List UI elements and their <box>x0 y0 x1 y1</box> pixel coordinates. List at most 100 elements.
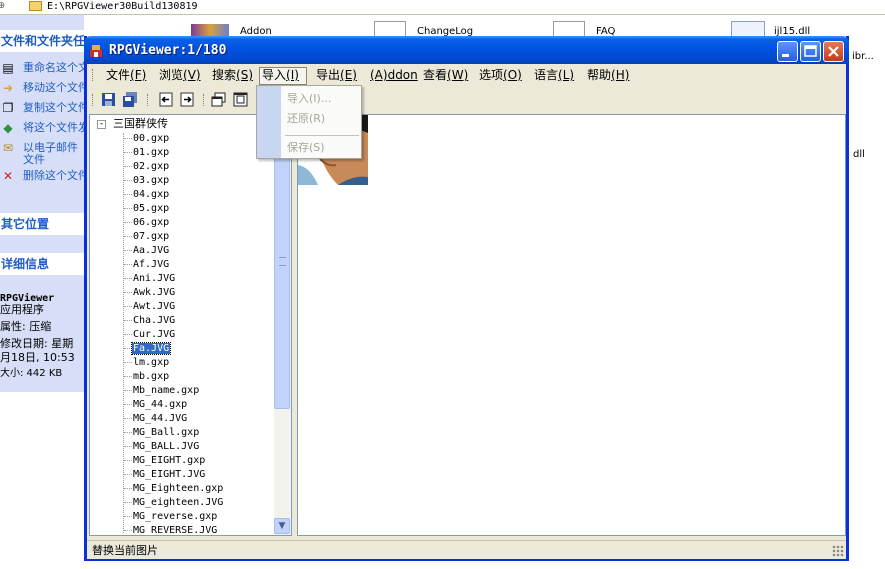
tree-item[interactable]: 03.gxp <box>124 174 170 188</box>
tree-item[interactable]: Mb_name.gxp <box>124 384 200 398</box>
task-publish[interactable]: ◆将这个文件发布 <box>0 121 84 137</box>
back-icon[interactable]: ‹⊕ <box>0 0 12 13</box>
tree-item-label[interactable]: lm.gxp <box>132 357 170 368</box>
menu-search[interactable]: 搜索(S) <box>210 67 255 85</box>
image-viewer[interactable] <box>297 114 846 536</box>
tree-item-label[interactable]: Mb_name.gxp <box>132 385 200 396</box>
menu-help[interactable]: 帮助(H) <box>585 67 631 85</box>
address-bar[interactable]: ‹⊕ E:\RPGViewer30Build130819 <box>0 0 885 15</box>
task-move[interactable]: ➜ 移动这个文件 <box>0 81 84 97</box>
save-icon[interactable] <box>101 92 116 107</box>
tree-item[interactable]: MG_44.JVG <box>124 412 188 426</box>
tree-item[interactable]: 07.gxp <box>124 230 170 244</box>
toolbar-grip[interactable] <box>92 94 95 106</box>
tree-item[interactable]: lm.gxp <box>124 356 170 370</box>
menu-options[interactable]: 选项(O) <box>477 67 524 85</box>
tree-item[interactable]: 06.gxp <box>124 216 170 230</box>
file-dll[interactable]: dll <box>853 149 865 160</box>
tree-item[interactable]: 01.gxp <box>124 146 170 160</box>
tree-item-label[interactable]: MG_BALL.JVG <box>132 441 200 452</box>
tree-item[interactable]: Ani.JVG <box>124 272 176 286</box>
tree-item-label[interactable]: MG_Ball.gxp <box>132 427 200 438</box>
file-libr[interactable]: ibr... <box>852 51 874 62</box>
tree-item[interactable]: Fa.JVG <box>124 342 172 356</box>
tree-item[interactable]: MG_REVERSE.JVG <box>124 524 218 535</box>
tree-item-label[interactable]: Fa.JVG <box>130 342 172 355</box>
tree-item-label[interactable]: 06.gxp <box>132 217 170 228</box>
resize-grip-icon[interactable] <box>832 545 844 557</box>
tree-item[interactable]: MG_EIGHT.gxp <box>124 454 206 468</box>
tree-item-label[interactable]: MG_REVERSE.JVG <box>132 525 218 535</box>
scroll-down-button[interactable]: ▼ <box>274 518 290 534</box>
menu-addon[interactable]: (A)ddon <box>368 67 420 85</box>
tree-item-label[interactable]: 00.gxp <box>132 133 170 144</box>
tree-item-label[interactable]: 05.gxp <box>132 203 170 214</box>
toolbar-grip-3[interactable] <box>203 94 206 106</box>
tree-item-label[interactable]: MG_reverse.gxp <box>132 511 218 522</box>
close-button[interactable] <box>823 41 844 62</box>
details-heading[interactable]: 详细信息 <box>0 253 84 275</box>
other-places-heading[interactable]: 其它位置 <box>0 213 84 235</box>
tree-item[interactable]: 04.gxp <box>124 188 170 202</box>
tree-item[interactable]: Awt.JVG <box>124 300 176 314</box>
tree-item-label[interactable]: mb.gxp <box>132 371 170 382</box>
tree-item[interactable]: MG_eighteen.JVG <box>124 496 224 510</box>
maximize-button[interactable] <box>800 41 821 62</box>
tree-item-label[interactable]: Af.JVG <box>132 259 170 270</box>
collapse-icon[interactable]: - <box>97 120 106 129</box>
tree-item-label[interactable]: MG_44.JVG <box>132 413 188 424</box>
task-email[interactable]: ✉ 以电子邮件 文件 <box>0 141 84 169</box>
tree-item[interactable]: 00.gxp <box>124 132 170 146</box>
file-tasks-heading[interactable]: 文件和文件夹任务 <box>0 30 84 52</box>
tree-item-label[interactable]: Awt.JVG <box>132 301 176 312</box>
tile-window-icon[interactable] <box>233 92 248 107</box>
tree-item-label[interactable]: 01.gxp <box>132 147 170 158</box>
tree-item[interactable]: Awk.JVG <box>124 286 176 300</box>
minimize-button[interactable] <box>777 41 798 62</box>
tree-item-label[interactable]: MG_44.gxp <box>132 399 188 410</box>
file-tree[interactable]: - 三国群侠传 00.gxp 01.gxp 02.gxp 03.gxp 04.gxp 05… <box>89 114 292 536</box>
menu-language[interactable]: 语言(L) <box>532 67 576 85</box>
tree-item[interactable]: Aa.JVG <box>124 244 170 258</box>
tree-item-label[interactable]: Cha.JVG <box>132 315 176 326</box>
address-path[interactable]: E:\RPGViewer30Build130819 <box>47 0 198 13</box>
previous-icon[interactable] <box>159 92 174 107</box>
toolbar-grip-2[interactable] <box>147 94 150 106</box>
tree-item-label[interactable]: MG_EIGHT.gxp <box>132 455 206 466</box>
tree-item[interactable]: Cur.JVG <box>124 328 176 342</box>
next-icon[interactable] <box>180 92 195 107</box>
menu-item-restore[interactable]: 还原(R) <box>287 112 325 126</box>
task-rename[interactable]: ▤重命名这个文件 <box>0 61 84 77</box>
tree-item[interactable]: Af.JVG <box>124 258 170 272</box>
tree-item[interactable]: Cha.JVG <box>124 314 176 328</box>
tree-item-label[interactable]: 02.gxp <box>132 161 170 172</box>
tree-item-label[interactable]: Awk.JVG <box>132 287 176 298</box>
scrollbar-thumb[interactable] <box>274 116 290 409</box>
menu-item-save[interactable]: 保存(S) <box>287 141 325 155</box>
tree-item-label[interactable]: Ani.JVG <box>132 273 176 284</box>
menu-import[interactable]: 导入(I) <box>259 67 307 85</box>
task-copy[interactable]: ❐ 复制这个文件 <box>0 101 84 117</box>
tree-item[interactable]: MG_reverse.gxp <box>124 510 218 524</box>
menu-grip[interactable] <box>92 69 95 81</box>
tree-item[interactable]: MG_Eighteen.gxp <box>124 482 224 496</box>
tree-item[interactable]: MG_BALL.JVG <box>124 440 200 454</box>
tree-scrollbar[interactable]: ▼ <box>274 115 291 535</box>
tree-item-label[interactable]: 03.gxp <box>132 175 170 186</box>
menu-browse[interactable]: 浏览(V) <box>157 67 203 85</box>
tree-item-label[interactable]: Cur.JVG <box>132 329 176 340</box>
tree-item[interactable]: MG_44.gxp <box>124 398 188 412</box>
tree-item-label[interactable]: 07.gxp <box>132 231 170 242</box>
menu-item-import[interactable]: 导入(I)... <box>287 92 331 106</box>
tree-item-label[interactable]: Aa.JVG <box>132 245 170 256</box>
tree-item[interactable]: 05.gxp <box>124 202 170 216</box>
tree-item-label[interactable]: MG_EIGHT.JVG <box>132 469 206 480</box>
tree-item[interactable]: MG_EIGHT.JVG <box>124 468 206 482</box>
menu-file[interactable]: 文件(F) <box>104 67 148 85</box>
task-delete[interactable]: ✕ 删除这个文件 <box>0 169 84 185</box>
tree-item-label[interactable]: MG_Eighteen.gxp <box>132 483 224 494</box>
tree-item-label[interactable]: MG_eighteen.JVG <box>132 497 224 508</box>
save-all-icon[interactable] <box>123 92 138 107</box>
tree-item[interactable]: mb.gxp <box>124 370 170 384</box>
menu-view[interactable]: 查看(W) <box>421 67 470 85</box>
